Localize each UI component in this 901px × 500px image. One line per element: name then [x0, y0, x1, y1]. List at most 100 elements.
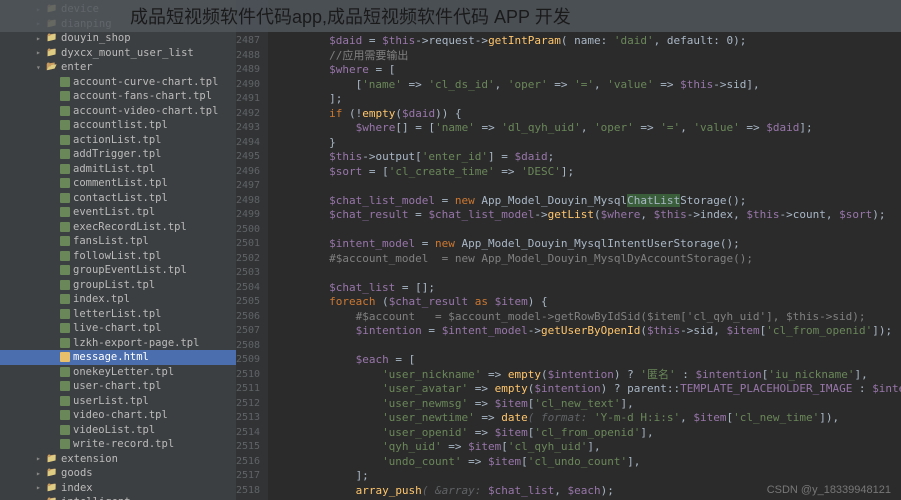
code-line[interactable]: $chat_list_model = new App_Model_Douyin_… — [276, 194, 901, 209]
tree-item-goods[interactable]: ▸goods — [0, 466, 236, 481]
code-line[interactable]: ]; — [276, 469, 901, 484]
tree-item-index[interactable]: ▸index — [0, 481, 236, 496]
code-line[interactable]: 'user_newtime' => date( format: 'Y-m-d H… — [276, 411, 901, 426]
tree-item-write-record-tpl[interactable]: write-record.tpl — [0, 437, 236, 452]
tree-item-actionlist-tpl[interactable]: actionList.tpl — [0, 133, 236, 148]
line-number: 2518 — [236, 484, 260, 499]
code-line[interactable]: ['name' => 'cl_ds_id', 'oper' => '=', 'v… — [276, 78, 901, 93]
project-tree[interactable]: ▸device▸dianping▸douyin_shop▸dyxcx_mount… — [0, 0, 236, 500]
tpl-icon — [60, 410, 70, 420]
code-line[interactable]: $daid = $this->request->getIntParam( nam… — [276, 34, 901, 49]
tree-item-execrecordlist-tpl[interactable]: execRecordList.tpl — [0, 220, 236, 235]
tree-item-addtrigger-tpl[interactable]: addTrigger.tpl — [0, 147, 236, 162]
tree-item-eventlist-tpl[interactable]: eventList.tpl — [0, 205, 236, 220]
tree-item-douyin-shop[interactable]: ▸douyin_shop — [0, 31, 236, 46]
line-number: 2516 — [236, 455, 260, 470]
tree-item-fanslist-tpl[interactable]: fansList.tpl — [0, 234, 236, 249]
tree-item-lzkh-export-page-tpl[interactable]: lzkh-export-page.tpl — [0, 336, 236, 351]
tree-item-dyxcx-mount-user-list[interactable]: ▸dyxcx_mount_user_list — [0, 46, 236, 61]
watermark: CSDN @y_18339948121 — [767, 484, 891, 496]
tree-item-groupeventlist-tpl[interactable]: groupEventList.tpl — [0, 263, 236, 278]
code-line[interactable]: 'user_openid' => $item['cl_from_openid']… — [276, 426, 901, 441]
code-line[interactable]: 'user_avatar' => empty($intention) ? par… — [276, 382, 901, 397]
tree-label: goods — [61, 467, 93, 479]
tree-label: eventList.tpl — [73, 206, 155, 218]
tree-item-account-video-chart-tpl[interactable]: account-video-chart.tpl — [0, 104, 236, 119]
tree-item-message-html[interactable]: message.html — [0, 350, 236, 365]
code-line[interactable]: 'qyh_uid' => $item['cl_qyh_uid'], — [276, 440, 901, 455]
code-line[interactable]: } — [276, 136, 901, 151]
tree-item-live-chart-tpl[interactable]: live-chart.tpl — [0, 321, 236, 336]
code-line[interactable]: #$account_model = new App_Model_Douyin_M… — [276, 252, 901, 267]
line-number: 2503 — [236, 266, 260, 281]
code-line[interactable]: $where[] = ['name' => 'dl_qyh_uid', 'ope… — [276, 121, 901, 136]
code-line[interactable]: 'user_newmsg' => $item['cl_new_text'], — [276, 397, 901, 412]
code-area[interactable]: $daid = $this->request->getIntParam( nam… — [268, 0, 901, 500]
code-line[interactable]: //应用需要输出 — [276, 49, 901, 64]
tree-item-onekeyletter-tpl[interactable]: onekeyLetter.tpl — [0, 365, 236, 380]
code-line[interactable]: $sort = ['cl_create_time' => 'DESC']; — [276, 165, 901, 180]
code-line[interactable]: $intent_model = new App_Model_Douyin_Mys… — [276, 237, 901, 252]
code-line[interactable]: ]; — [276, 92, 901, 107]
tpl-icon — [60, 280, 70, 290]
line-number: 2500 — [236, 223, 260, 238]
tree-label: user-chart.tpl — [73, 380, 162, 392]
tree-item-grouplist-tpl[interactable]: groupList.tpl — [0, 278, 236, 293]
tree-item-commentlist-tpl[interactable]: commentList.tpl — [0, 176, 236, 191]
tree-label: write-record.tpl — [73, 438, 174, 450]
tree-item-videolist-tpl[interactable]: videoList.tpl — [0, 423, 236, 438]
tpl-icon — [60, 294, 70, 304]
code-line[interactable] — [276, 223, 901, 238]
code-line[interactable] — [276, 339, 901, 354]
tree-label: userList.tpl — [73, 395, 149, 407]
arrow-icon: ▸ — [36, 34, 46, 43]
code-line[interactable] — [276, 179, 901, 194]
folder-open-icon — [46, 61, 58, 73]
line-gutter: 2487248824892490249124922493249424952496… — [236, 0, 268, 500]
tree-item-extension[interactable]: ▸extension — [0, 452, 236, 467]
tree-item-admitlist-tpl[interactable]: admitList.tpl — [0, 162, 236, 177]
tree-item-letterlist-tpl[interactable]: letterList.tpl — [0, 307, 236, 322]
code-line[interactable]: 'user_nickname' => empty($intention) ? '… — [276, 368, 901, 383]
tpl-icon — [60, 222, 70, 232]
tree-item-video-chart-tpl[interactable]: video-chart.tpl — [0, 408, 236, 423]
tree-item-userlist-tpl[interactable]: userList.tpl — [0, 394, 236, 409]
line-number: 2509 — [236, 353, 260, 368]
code-line[interactable]: $this->output['enter_id'] = $daid; — [276, 150, 901, 165]
tree-item-account-fans-chart-tpl[interactable]: account-fans-chart.tpl — [0, 89, 236, 104]
tree-label: accountlist.tpl — [73, 119, 168, 131]
code-line[interactable]: $intention = $intent_model->getUserByOpe… — [276, 324, 901, 339]
tree-item-index-tpl[interactable]: index.tpl — [0, 292, 236, 307]
tree-item-intelligent[interactable]: ▸intelligent — [0, 495, 236, 500]
code-line[interactable]: $chat_result = $chat_list_model->getList… — [276, 208, 901, 223]
code-line[interactable]: 'undo_count' => $item['cl_undo_count'], — [276, 455, 901, 470]
line-number: 2517 — [236, 469, 260, 484]
tree-item-accountlist-tpl[interactable]: accountlist.tpl — [0, 118, 236, 133]
tree-label: account-fans-chart.tpl — [73, 90, 212, 102]
code-line[interactable]: if (!empty($daid)) { — [276, 107, 901, 122]
tpl-icon — [60, 193, 70, 203]
tree-item-contactlist-tpl[interactable]: contactList.tpl — [0, 191, 236, 206]
line-number: 2513 — [236, 411, 260, 426]
arrow-icon: ▸ — [36, 48, 46, 57]
tree-label: account-curve-chart.tpl — [73, 76, 218, 88]
tree-label: extension — [61, 453, 118, 465]
line-number: 2488 — [236, 49, 260, 64]
folder-icon — [46, 453, 58, 465]
tree-item-followlist-tpl[interactable]: followList.tpl — [0, 249, 236, 264]
tree-item-enter[interactable]: ▾enter — [0, 60, 236, 75]
tpl-icon — [60, 338, 70, 348]
code-line[interactable] — [276, 266, 901, 281]
tree-item-user-chart-tpl[interactable]: user-chart.tpl — [0, 379, 236, 394]
tpl-icon — [60, 164, 70, 174]
code-editor[interactable]: 2487248824892490249124922493249424952496… — [236, 0, 901, 500]
code-line[interactable]: $each = [ — [276, 353, 901, 368]
code-line[interactable]: #$account = $account_model->getRowByIdSi… — [276, 310, 901, 325]
code-line[interactable]: foreach ($chat_result as $item) { — [276, 295, 901, 310]
code-line[interactable]: $chat_list = []; — [276, 281, 901, 296]
tpl-icon — [60, 106, 70, 116]
tree-label: groupEventList.tpl — [73, 264, 187, 276]
code-line[interactable]: $where = [ — [276, 63, 901, 78]
tree-item-account-curve-chart-tpl[interactable]: account-curve-chart.tpl — [0, 75, 236, 90]
tpl-icon — [60, 120, 70, 130]
